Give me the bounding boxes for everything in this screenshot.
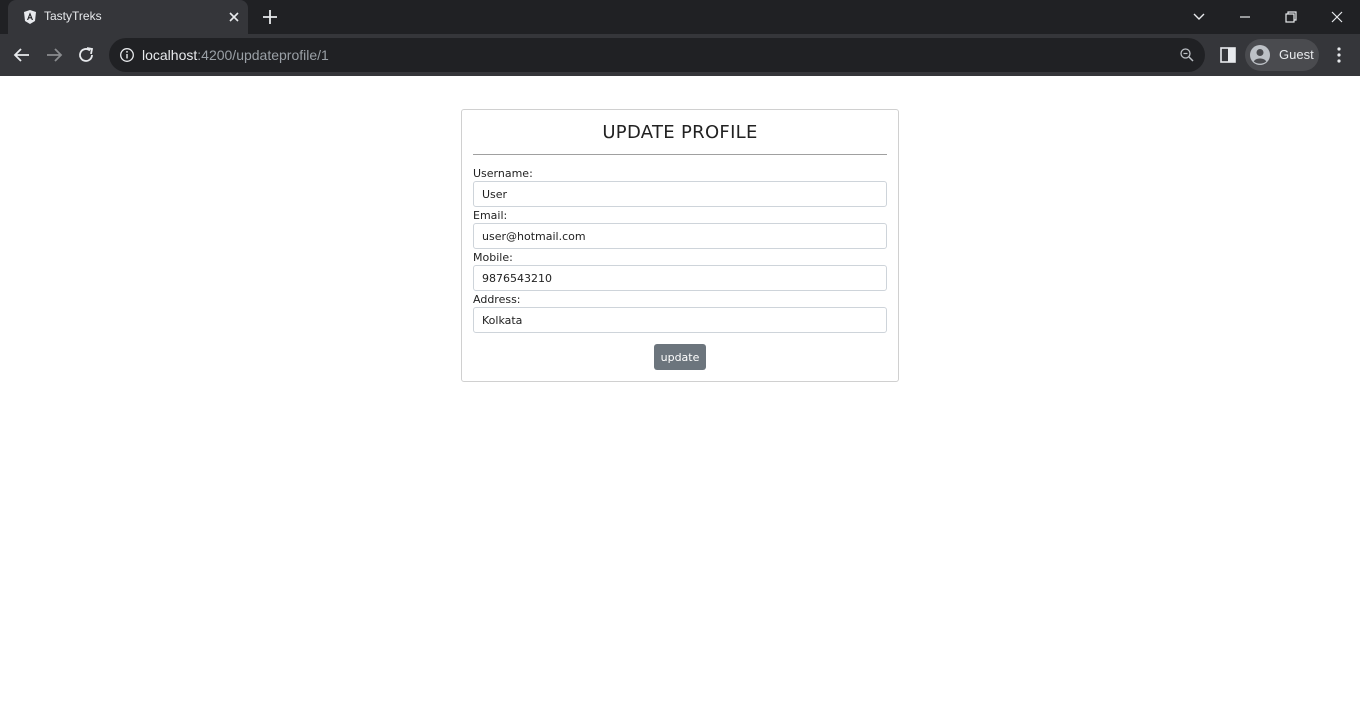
forward-arrow-icon[interactable] (43, 44, 65, 66)
address-label: Address: (473, 293, 521, 306)
mobile-field[interactable] (473, 265, 887, 291)
side-panel-icon[interactable] (1218, 45, 1238, 65)
info-icon[interactable] (119, 47, 135, 63)
url-text[interactable]: localhost:4200/updateprofile/1 (142, 47, 329, 63)
chevron-down-icon[interactable] (1188, 6, 1210, 28)
tab-title: TastyTreks (44, 9, 102, 23)
reload-icon[interactable] (75, 44, 97, 66)
kebab-menu-icon[interactable] (1330, 45, 1348, 65)
update-profile-card: UPDATE PROFILE Username: Email: Mobile: … (461, 109, 899, 382)
url-host: localhost (142, 47, 198, 63)
url-path: :4200/updateprofile/1 (197, 47, 329, 63)
back-arrow-icon[interactable] (11, 44, 33, 66)
avatar-icon (1250, 45, 1270, 65)
tab-strip: TastyTreks (0, 0, 1360, 34)
email-label: Email: (473, 209, 508, 222)
browser-tab[interactable]: TastyTreks (8, 0, 248, 34)
profile-label: Guest (1279, 47, 1314, 62)
username-label: Username: (473, 167, 533, 180)
browser-toolbar: localhost:4200/updateprofile/1 Guest (0, 34, 1360, 76)
email-field[interactable] (473, 223, 887, 249)
close-window-icon[interactable] (1326, 6, 1348, 28)
address-field[interactable] (473, 307, 887, 333)
page-title: UPDATE PROFILE (602, 122, 758, 143)
close-icon[interactable] (226, 9, 242, 25)
plus-icon[interactable] (260, 7, 280, 27)
mobile-label: Mobile: (473, 251, 513, 264)
zoom-icon[interactable] (1179, 47, 1195, 63)
angular-icon (24, 10, 36, 24)
profile-button[interactable]: Guest (1245, 39, 1319, 71)
minimize-icon[interactable] (1234, 6, 1256, 28)
title-divider (473, 154, 887, 155)
restore-icon[interactable] (1280, 6, 1302, 28)
username-field[interactable] (473, 181, 887, 207)
update-button[interactable]: update (654, 344, 706, 370)
address-bar[interactable]: localhost:4200/updateprofile/1 (109, 38, 1205, 72)
